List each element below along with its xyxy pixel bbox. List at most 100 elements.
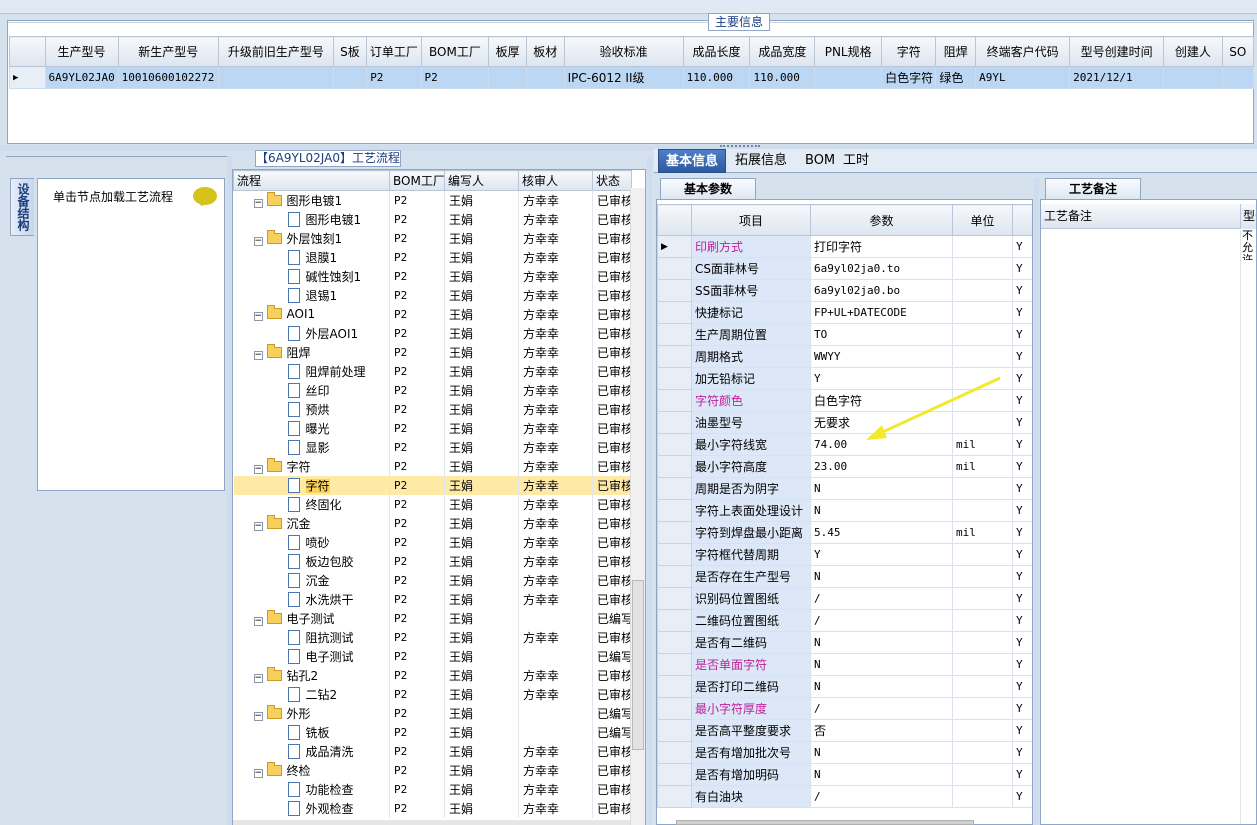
tree-node-name[interactable]: 丝印	[233, 380, 390, 400]
collapse-icon[interactable]: −	[253, 673, 263, 683]
tree-node-name[interactable]: 显影	[233, 437, 390, 457]
tree-node[interactable]: − 终检 P2 王娟 方幸幸 已审核	[233, 760, 632, 780]
main-col-header[interactable]: 验收标准	[563, 36, 684, 67]
param-col-header[interactable]: 项目	[691, 204, 811, 236]
main-col-header[interactable]: PNL规格	[814, 36, 883, 67]
tree-node[interactable]: 终固化 P2 王娟 方幸幸 已审核	[233, 494, 632, 514]
right-splitter[interactable]	[1034, 178, 1039, 825]
tree-node[interactable]: − 图形电镀1 P2 王娟 方幸幸 已审核	[233, 190, 632, 210]
process-col-header[interactable]: 编写人	[444, 170, 519, 191]
main-col-header[interactable]: 成品宽度	[749, 36, 816, 67]
tree-node[interactable]: 曝光 P2 王娟 方幸幸 已审核	[233, 418, 632, 438]
process-col-header[interactable]: BOM工厂	[389, 170, 445, 191]
collapse-icon[interactable]: −	[253, 711, 263, 721]
param-value[interactable]: 否	[810, 719, 953, 742]
main-col-header[interactable]: 板材	[525, 36, 565, 67]
param-value[interactable]: /	[810, 609, 953, 632]
table-row[interactable]: 周期格式 WWYY Y	[657, 345, 1032, 368]
table-row[interactable]: 是否高平整度要求否 Y	[657, 719, 1032, 742]
param-value[interactable]: 23.00	[810, 455, 953, 478]
param-value[interactable]: 6a9yl02ja0.to	[810, 257, 953, 280]
tab-basic-info[interactable]: 基本信息	[658, 149, 727, 173]
param-value[interactable]: N	[810, 653, 953, 676]
main-cell[interactable]: 6A9YL02JA0	[44, 66, 119, 89]
table-row[interactable]: 快捷标记 FP+UL+DATECODE Y	[657, 301, 1032, 324]
tree-node-name[interactable]: 功能检查	[233, 779, 390, 799]
process-scroll-thumb[interactable]	[632, 580, 644, 750]
tree-node[interactable]: 板边包胶 P2 王娟 方幸幸 已审核	[233, 551, 632, 571]
main-col-header[interactable]: SO	[1221, 36, 1255, 67]
main-cell[interactable]: 110.000	[749, 66, 816, 89]
table-row[interactable]: ▶ 印刷方式 打印字符 Y	[657, 235, 1032, 258]
param-value[interactable]: 5.45	[810, 521, 953, 544]
collapse-icon[interactable]: −	[253, 464, 263, 474]
tree-node[interactable]: 铣板 P2 王娟 已编写	[233, 722, 632, 742]
tree-node[interactable]: 外层AOI1 P2 王娟 方幸幸 已审核	[233, 323, 632, 343]
param-value[interactable]: N	[810, 675, 953, 698]
collapse-icon[interactable]: −	[253, 198, 263, 208]
main-cell[interactable]	[488, 66, 527, 89]
tree-node-name[interactable]: 字符	[233, 475, 390, 495]
tree-node[interactable]: 水洗烘干 P2 王娟 方幸幸 已审核	[233, 589, 632, 609]
tree-node[interactable]: − 电子测试 P2 王娟 已编写	[233, 608, 632, 628]
table-row[interactable]: 字符框代替周期 Y Y	[657, 543, 1032, 566]
tree-node-name[interactable]: 电子测试	[233, 646, 390, 666]
tree-node[interactable]: 功能检查 P2 王娟 方幸幸 已审核	[233, 779, 632, 799]
tree-node[interactable]: 预烘 P2 王娟 方幸幸 已审核	[233, 399, 632, 419]
tree-node[interactable]: 成品清洗 P2 王娟 方幸幸 已审核	[233, 741, 632, 761]
tree-node-name[interactable]: − 外层蚀刻1	[233, 228, 390, 248]
collapse-icon[interactable]: −	[253, 350, 263, 360]
collapse-icon[interactable]: −	[253, 768, 263, 778]
tree-node[interactable]: 图形电镀1 P2 王娟 方幸幸 已审核	[233, 209, 632, 229]
main-col-header[interactable]: 字符	[881, 36, 937, 67]
param-col-header[interactable]: 单位	[952, 204, 1013, 236]
tree-node-name[interactable]: − 外形	[233, 703, 390, 723]
tree-node-name[interactable]: − 图形电镀1	[233, 190, 390, 210]
process-col-header[interactable]: 状态	[592, 170, 632, 191]
tree-node-name[interactable]: 成品清洗	[233, 741, 390, 761]
tree-node-name[interactable]: − 字符	[233, 456, 390, 476]
tree-node-name[interactable]: − 终检	[233, 760, 390, 780]
tree-node[interactable]: − 外层蚀刻1 P2 王娟 方幸幸 已审核	[233, 228, 632, 248]
main-col-header[interactable]: 订单工厂	[366, 36, 422, 67]
tree-node[interactable]: 电子测试 P2 王娟 已编写	[233, 646, 632, 666]
main-cell[interactable]: P2	[420, 66, 490, 89]
main-col-header[interactable]: 新生产型号	[117, 36, 219, 67]
tree-node-name[interactable]: 退膜1	[233, 247, 390, 267]
tree-node[interactable]: 外观检查 P2 王娟 方幸幸 已审核	[233, 798, 632, 818]
param-value[interactable]: TO	[810, 323, 953, 346]
tree-node-name[interactable]: − 阻焊	[233, 342, 390, 362]
tree-node-name[interactable]: 曝光	[233, 418, 390, 438]
main-col-header[interactable]: 阻焊	[935, 36, 977, 67]
main-cell[interactable]: 白色字符	[881, 66, 937, 89]
table-row[interactable]: 是否有增加批次号 N Y	[657, 741, 1032, 764]
tree-node[interactable]: 碱性蚀刻1 P2 王娟 方幸幸 已审核	[233, 266, 632, 286]
table-row[interactable]: CS面菲林号 6a9yl02ja0.to Y	[657, 257, 1032, 280]
main-cell[interactable]	[525, 66, 565, 89]
tree-node[interactable]: 退锡1 P2 王娟 方幸幸 已审核	[233, 285, 632, 305]
main-col-header[interactable]: S板	[332, 36, 368, 67]
table-row[interactable]: 是否存在生产型号 N Y	[657, 565, 1032, 588]
tree-node[interactable]: 喷砂 P2 王娟 方幸幸 已审核	[233, 532, 632, 552]
main-col-header[interactable]: 生产型号	[44, 36, 119, 67]
tree-node-name[interactable]: 二钻2	[233, 684, 390, 704]
param-value[interactable]: N	[810, 477, 953, 500]
table-row[interactable]: 识别码位置图纸 / Y	[657, 587, 1032, 610]
tree-node-name[interactable]: 板边包胶	[233, 551, 390, 571]
param-value[interactable]: Y	[810, 543, 953, 566]
tree-node[interactable]: − 沉金 P2 王娟 方幸幸 已审核	[233, 513, 632, 533]
main-cell[interactable]	[217, 66, 334, 89]
tab-work-hours[interactable]: 工时	[836, 149, 876, 173]
param-value[interactable]: WWYY	[810, 345, 953, 368]
param-value[interactable]: N	[810, 499, 953, 522]
tree-node-name[interactable]: 铣板	[233, 722, 390, 742]
table-row[interactable]: 是否单面字符 N Y	[657, 653, 1032, 676]
tree-node-name[interactable]: 阻焊前处理	[233, 361, 390, 381]
param-value[interactable]: 打印字符	[810, 235, 953, 258]
table-row[interactable]: 最小字符厚度 / Y	[657, 697, 1032, 720]
main-col-header[interactable]: 终端客户代码	[975, 36, 1071, 67]
process-col-header[interactable]: 核审人	[518, 170, 593, 191]
tree-node[interactable]: − 钻孔2 P2 王娟 方幸幸 已审核	[233, 665, 632, 685]
tree-node[interactable]: 阻抗测试 P2 王娟 方幸幸 已审核	[233, 627, 632, 647]
tree-node-name[interactable]: 退锡1	[233, 285, 390, 305]
